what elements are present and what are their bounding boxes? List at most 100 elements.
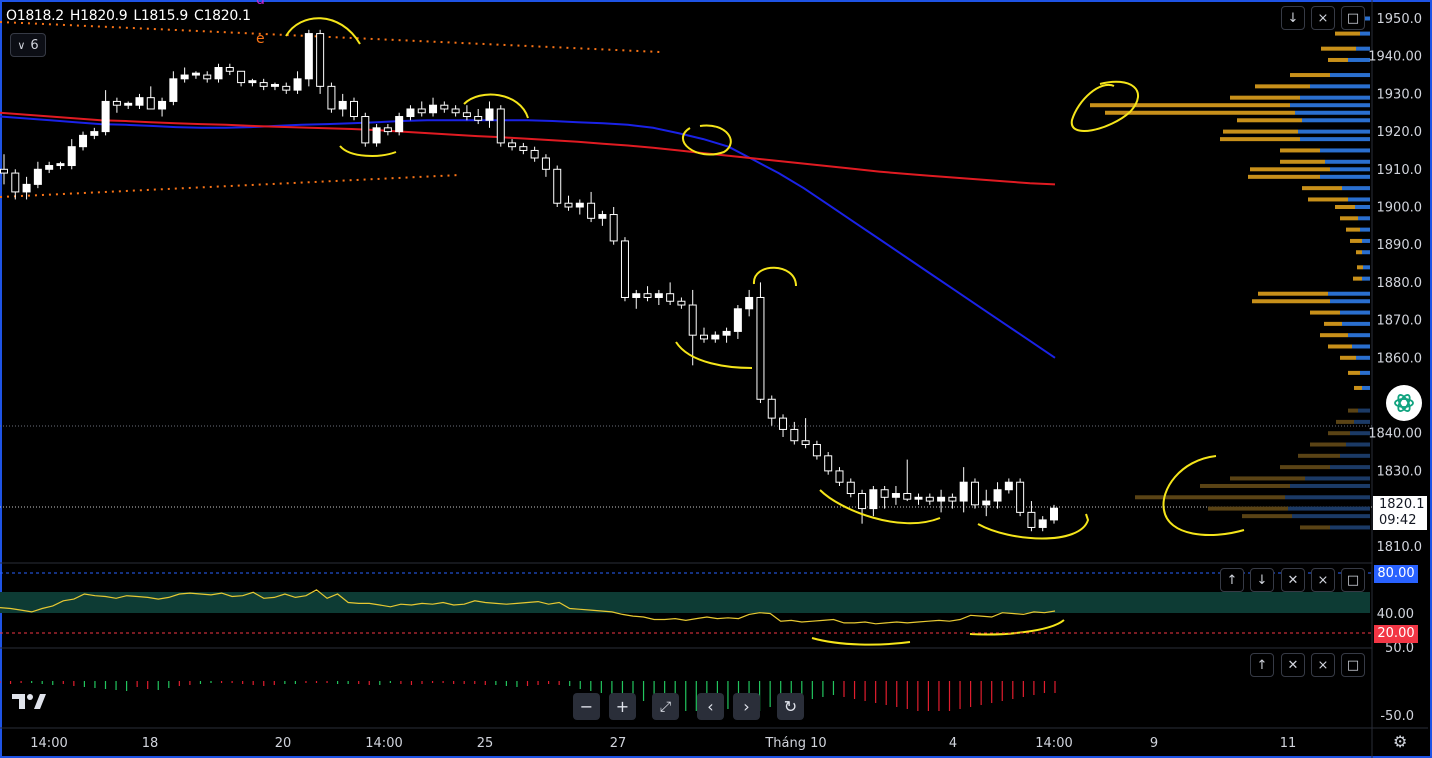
volume-profile-up-bar [1290, 103, 1370, 108]
candle-down [700, 334, 708, 340]
osc-close-button[interactable]: ✕ [1281, 653, 1305, 677]
volume-profile-up-bar [1342, 321, 1370, 326]
candle-up [338, 100, 347, 110]
volume-profile-down-bar-faded [1298, 453, 1340, 458]
candle-down [237, 70, 246, 84]
hand-drawn-annotation [969, 619, 1065, 636]
price-axis-tick: 1940.00 [1368, 50, 1422, 65]
reset-chart-button[interactable]: ↻ [777, 693, 804, 720]
volume-profile-up-bar-faded [1346, 442, 1370, 447]
volume-profile-down-bar [1350, 238, 1362, 243]
candle-up [135, 97, 144, 106]
candle-up [395, 116, 404, 133]
candle-down [474, 116, 483, 121]
hand-drawn-annotation [463, 93, 529, 119]
maximize-pane-button[interactable]: □ [1341, 6, 1365, 30]
candle-up [214, 67, 223, 80]
candle-down [620, 240, 629, 298]
osc-move-up-button[interactable]: ↑ [1250, 653, 1274, 677]
zoom-out-button[interactable]: − [573, 693, 600, 720]
rsi-maximize-button[interactable]: □ [1341, 568, 1365, 592]
rsi-band [0, 592, 1370, 613]
volume-profile-up-bar [1300, 95, 1370, 100]
candle-down [1027, 511, 1036, 528]
volume-profile-down-bar [1340, 216, 1358, 221]
candle-up [745, 296, 754, 310]
volume-profile-up-bar [1310, 84, 1370, 89]
price-axis-tick: 1840.00 [1368, 427, 1422, 442]
move-pane-down-button[interactable]: ↓ [1281, 6, 1305, 30]
candle-down [203, 74, 212, 80]
candle-down [790, 428, 799, 442]
collapse-icon: ⨯ [1317, 572, 1329, 588]
volume-profile-down-bar [1328, 57, 1348, 62]
candle-down [948, 496, 957, 502]
volume-profile-up-bar-faded [1285, 495, 1370, 500]
price-axis-tick: 1870.0 [1377, 314, 1423, 329]
price-axis-tick: 1860.0 [1377, 351, 1423, 366]
rsi-close-button[interactable]: ✕ [1281, 568, 1305, 592]
osc-collapse-button[interactable]: ⨯ [1311, 653, 1335, 677]
candle-down [609, 214, 618, 242]
candle-up [79, 134, 88, 148]
candle-up [67, 146, 76, 167]
osc-maximize-button[interactable]: □ [1341, 653, 1365, 677]
volume-profile-down-bar [1354, 385, 1362, 390]
volume-profile-up-bar-faded [1290, 483, 1370, 488]
candle-up [959, 481, 968, 502]
candle-down [587, 202, 596, 219]
candle-down [462, 112, 471, 118]
volume-profile-down-bar-faded [1300, 525, 1330, 530]
arrow-up-icon: ↑ [1256, 657, 1268, 673]
candle-down [801, 440, 810, 446]
ai-assistant-button[interactable] [1386, 385, 1422, 421]
scroll-left-button[interactable]: ‹ [697, 693, 724, 720]
volume-profile-down-bar [1280, 148, 1320, 153]
candle-down [225, 67, 234, 72]
price-axis-tick: 1810.0 [1377, 540, 1423, 555]
collapse-icon: ⨯ [1317, 657, 1329, 673]
hand-drawn-annotation [675, 341, 753, 369]
candle-down [666, 293, 675, 302]
scroll-right-button[interactable]: › [733, 693, 760, 720]
indicator-collapse-button[interactable]: ∨ 6 [10, 33, 46, 57]
volume-profile-up-bar [1328, 291, 1370, 296]
volume-profile-up-bar [1360, 370, 1370, 375]
volume-profile-up-bar [1300, 137, 1370, 142]
volume-profile-up-bar [1360, 227, 1370, 232]
reset-scale-button[interactable]: ⤢ [652, 693, 679, 720]
settings-button[interactable]: ⚙ [1393, 732, 1407, 751]
arrow-up-icon: ↑ [1226, 572, 1238, 588]
volume-profile-up-bar-faded [1340, 453, 1370, 458]
gear-icon: ⚙ [1393, 732, 1408, 751]
candle-up [722, 330, 731, 336]
volume-profile-up-bar [1298, 129, 1370, 134]
zoom-out-icon: − [579, 697, 594, 716]
collapse-pane-button[interactable]: ⨯ [1311, 6, 1335, 30]
volume-profile-down-bar [1357, 265, 1363, 270]
zoom-in-button[interactable]: + [609, 693, 636, 720]
volume-profile-down-bar [1280, 159, 1325, 164]
candle-down [451, 108, 460, 114]
chart-canvas[interactable]: 1950.01940.001930.01920.01910.01900.0189… [0, 0, 1432, 758]
candle-down [508, 142, 517, 148]
candle-up [45, 165, 54, 170]
pattern-label-e: e [256, 31, 265, 47]
price-axis-tick: 1950.0 [1377, 12, 1423, 27]
candle-up [711, 334, 720, 340]
price-axis-tick: 1890.0 [1377, 238, 1423, 253]
price-axis-tick: 1920.0 [1377, 125, 1423, 140]
osc-axis-tick: 50.0 [1385, 641, 1414, 656]
candle-up [654, 293, 663, 298]
rsi-move-down-button[interactable]: ↓ [1250, 568, 1274, 592]
volume-profile-up-bar [1325, 159, 1370, 164]
rsi-collapse-button[interactable]: ⨯ [1311, 568, 1335, 592]
candle-up [598, 214, 607, 219]
volume-profile-up-bar [1320, 148, 1370, 153]
time-axis-tick: 14:00 [1035, 736, 1072, 751]
rsi-move-up-button[interactable]: ↑ [1220, 568, 1244, 592]
candle-up [33, 168, 42, 185]
candle-down [846, 481, 855, 495]
trendline-lower [0, 174, 461, 198]
candle-down [553, 168, 562, 204]
